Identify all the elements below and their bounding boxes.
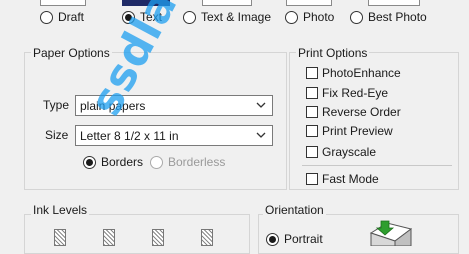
radio-portrait[interactable]: Portrait (266, 232, 323, 246)
size-label: Size (45, 128, 69, 142)
chevron-down-icon (256, 102, 266, 108)
reverse-order-checkbox[interactable] (306, 106, 318, 118)
reverse-order-option[interactable]: Reverse Order (306, 105, 401, 119)
reverse-order-label: Reverse Order (322, 105, 401, 119)
ink-level-bar (103, 229, 115, 246)
text-label: Text (140, 10, 163, 24)
radio-borders[interactable]: Borders (83, 155, 143, 169)
grayscale-option[interactable]: Grayscale (306, 145, 376, 159)
portrait-radio-icon[interactable] (266, 232, 279, 246)
photo-thumbnail[interactable] (286, 0, 332, 6)
draft-thumbnail[interactable] (40, 0, 86, 6)
photoenhance-option[interactable]: PhotoEnhance (306, 66, 401, 80)
radio-borderless: Borderless (150, 155, 225, 169)
photoenhance-label: PhotoEnhance (322, 66, 401, 80)
fast-mode-option[interactable]: Fast Mode (306, 172, 379, 186)
radio-photo[interactable]: Photo (285, 10, 334, 24)
fast-mode-label: Fast Mode (322, 172, 379, 186)
best-photo-radio-icon[interactable] (350, 10, 363, 24)
print-preview-label: Print Preview (322, 124, 393, 138)
print-preview-option[interactable]: Print Preview (306, 124, 393, 138)
borders-label: Borders (101, 155, 144, 169)
printer-icon (369, 220, 413, 246)
print-preview-checkbox[interactable] (306, 125, 318, 137)
grayscale-checkbox[interactable] (306, 146, 318, 158)
type-value: plain papers (80, 98, 146, 113)
borderless-radio-icon (150, 155, 163, 169)
borderless-label: Borderless (168, 155, 226, 169)
draft-label: Draft (58, 10, 85, 24)
draft-radio-icon[interactable] (40, 10, 53, 24)
photoenhance-checkbox[interactable] (306, 67, 318, 79)
ink-levels-title: Ink Levels (31, 203, 90, 217)
text-image-label: Text & Image (201, 10, 272, 24)
size-value: Letter 8 1/2 x 11 in (80, 128, 179, 143)
orientation-title: Orientation (263, 203, 326, 217)
chevron-down-icon (256, 132, 266, 138)
best-photo-label: Best Photo (368, 10, 427, 24)
portrait-label: Portrait (284, 232, 323, 246)
type-label: Type (43, 98, 70, 112)
text-image-thumbnail[interactable] (202, 0, 252, 6)
fix-red-eye-label: Fix Red-Eye (322, 86, 389, 100)
photo-radio-icon[interactable] (285, 10, 298, 24)
fix-red-eye-checkbox[interactable] (306, 87, 318, 99)
radio-draft[interactable]: Draft (40, 10, 84, 24)
print-options-title: Print Options (296, 46, 370, 60)
grayscale-label: Grayscale (322, 145, 377, 159)
print-options-divider (302, 165, 452, 166)
size-select[interactable]: Letter 8 1/2 x 11 in (75, 125, 273, 146)
type-select[interactable]: plain papers (75, 95, 273, 116)
text-thumbnail[interactable] (122, 0, 170, 6)
radio-best-photo[interactable]: Best Photo (350, 10, 427, 24)
fast-mode-checkbox[interactable] (306, 173, 318, 185)
text-image-radio-icon[interactable] (183, 10, 196, 24)
ink-level-bar (152, 229, 164, 246)
ink-level-bar (54, 229, 66, 246)
radio-text[interactable]: Text (122, 10, 162, 24)
best-photo-thumbnail[interactable] (368, 0, 420, 6)
borders-radio-icon[interactable] (83, 155, 96, 169)
fix-red-eye-option[interactable]: Fix Red-Eye (306, 86, 388, 100)
photo-label: Photo (303, 10, 335, 24)
text-radio-icon[interactable] (122, 10, 135, 24)
radio-text-image[interactable]: Text & Image (183, 10, 271, 24)
ink-level-bar (201, 229, 213, 246)
paper-options-group (24, 52, 287, 190)
paper-options-title: Paper Options (31, 46, 112, 60)
